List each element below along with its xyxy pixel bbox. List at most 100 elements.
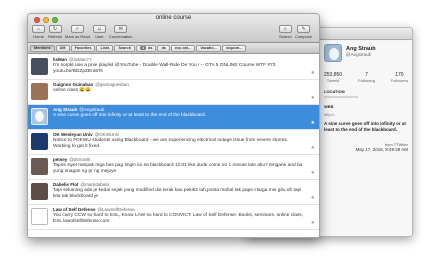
tab-2[interactable]: Favorites <box>70 44 96 52</box>
tweet-header: petsey @dsnowtk <box>53 157 90 162</box>
mark-as-read-button[interactable]: ✓ Mark as Read <box>65 25 90 39</box>
compose-button[interactable]: ✎ Compose <box>295 25 312 39</box>
tab-7[interactable]: ecu onl... <box>170 44 196 52</box>
stat-followers[interactable]: 170 Followers <box>391 72 408 83</box>
tweet-header: lisMan @lisMan77 <box>53 57 92 62</box>
tweet-text: online class 😀😀 <box>53 88 92 93</box>
toolbar-button-label: User <box>95 34 104 39</box>
tweet-header: OK Wesleyan Univ @OKWUniv <box>53 132 119 137</box>
tab-unread-badge: 4 <box>140 45 147 51</box>
tweet-username[interactable]: Ang Straub <box>53 107 77 112</box>
avatar[interactable] <box>31 58 48 75</box>
favorite-star-icon[interactable]: ★ <box>311 120 315 126</box>
conversation-icon: ✉ <box>114 25 128 33</box>
tab-9[interactable]: vicpom... <box>221 44 247 52</box>
location-value <box>324 96 358 98</box>
tweet-username[interactable]: Gaignon Guinaban <box>53 82 93 87</box>
tab-label: vicpom... <box>225 46 243 50</box>
tweet-handle[interactable]: @markdabelis <box>81 182 110 187</box>
web-label: WEB <box>324 104 334 109</box>
tweet-username[interactable]: lisMan <box>53 57 67 62</box>
favorite-star-icon[interactable]: ★ <box>311 220 315 226</box>
avatar[interactable] <box>31 208 48 225</box>
toolbar-button-label: Compose <box>294 34 312 39</box>
avatar-image <box>31 83 48 100</box>
tab-label: ds <box>161 46 166 50</box>
avatar[interactable] <box>31 183 48 200</box>
avatar[interactable] <box>31 108 48 125</box>
favorite-star-icon[interactable]: ★ <box>311 95 315 101</box>
user-icon: ☺ <box>92 25 106 33</box>
profile-panel: Ang Straub @Angstraub 253,850 Tweets 7 F… <box>319 41 412 236</box>
avatar[interactable] <box>31 133 48 150</box>
tweet-handle[interactable]: @OKWUniv <box>95 132 119 137</box>
favorite-star-icon[interactable]: ★ <box>311 170 315 176</box>
profile-avatar[interactable] <box>324 44 342 62</box>
tab-label: ecu onl... <box>174 46 192 50</box>
tweet-row[interactable]: petsey @dsnowtk Tapos siyet nanpak mga bes… <box>28 155 319 180</box>
favorite-star-icon[interactable]: ★ <box>311 195 315 201</box>
tweet-text: Notice to #OKWU students using Blackboar… <box>53 138 289 149</box>
window-title: online course <box>155 15 192 21</box>
tweet-username[interactable]: Dabelis Flot <box>53 182 79 187</box>
tab-label: DM <box>59 46 66 50</box>
avatar[interactable] <box>31 83 48 100</box>
tweet-username[interactable]: Law of Self Defense <box>53 207 96 212</box>
tweet-handle[interactable]: @LawSelfDefense <box>98 207 135 212</box>
tab-8[interactable]: Vacatio... <box>196 44 221 52</box>
tab-4[interactable]: Search <box>114 44 136 52</box>
home-button[interactable]: ⌂ Home <box>32 25 45 39</box>
tweet-header: Law of Self Defense @LawSelfDefense <box>53 207 135 212</box>
tweet-header: Gaignon Guinaban @gwmaguiniban <box>53 82 129 87</box>
tab-label: Favorites <box>74 46 92 50</box>
avatar-image <box>31 133 48 150</box>
toolbar-button-label: Home <box>33 34 44 39</box>
tweet-text: You carry CCW so hard to ESL, Know LAW s… <box>53 213 303 224</box>
tweet-handle[interactable]: @dsnowtk <box>69 157 90 162</box>
tab-label: Vacatio... <box>200 46 217 50</box>
tweet-row[interactable]: Ang Straub @Angstraub A sine curve goes of… <box>28 105 319 130</box>
tab-1[interactable]: DM <box>55 44 70 52</box>
tweet-handle[interactable]: @gwmaguiniban <box>95 82 129 87</box>
tab-0[interactable]: Mentions <box>30 44 55 52</box>
window-titlebar[interactable]: online course ⌂ Home ↻ Refresh ✓ Mark as Read… <box>28 14 319 43</box>
tweet-username[interactable]: OK Wesleyan Univ <box>53 132 93 137</box>
refresh-icon: ↻ <box>48 25 62 33</box>
refresh-button[interactable]: ↻ Refresh <box>48 25 62 39</box>
profile-header: Ang Straub @Angstraub <box>324 44 408 62</box>
tweet-text: I'm sorpkt une a pnie playlist @YouTube … <box>53 63 276 74</box>
tweet-row[interactable]: OK Wesleyan Univ @OKWUniv Notice to #OKWU … <box>28 130 319 155</box>
toolbar-button-label: Conversation <box>108 34 133 39</box>
tweet-username[interactable]: petsey <box>53 157 67 162</box>
tab-bar: Mentions DM Favorites Lists Search 4 ds ds ecu o… <box>28 43 319 54</box>
tweet-row[interactable]: lisMan @lisMan77 I'm sorpkt une a pnie pla… <box>28 55 319 80</box>
search-button[interactable]: ⌕ Search <box>278 25 292 39</box>
conversation-button[interactable]: ✉ Conversation <box>109 25 133 39</box>
timeline-list[interactable]: lisMan @lisMan77 I'm sorpkt une a pnie pla… <box>28 55 319 237</box>
user-button[interactable]: ☺ User <box>92 25 106 39</box>
stat-label: Following <box>358 78 375 83</box>
toolbar-button-label: Search <box>279 34 292 39</box>
tweet-row[interactable]: Dabelis Flot @markdabelis Tapi sekarang ad… <box>28 180 319 205</box>
tweet-handle[interactable]: @Angstraub <box>79 107 104 112</box>
stat-tweets[interactable]: 253,850 Tweets <box>324 72 342 83</box>
favorite-star-icon[interactable]: ★ <box>311 145 315 151</box>
tab-5[interactable]: 4 ds <box>136 44 157 52</box>
avatar[interactable] <box>31 158 48 175</box>
tweet-header: Dabelis Flot @markdabelis <box>53 182 109 187</box>
profile-handle[interactable]: @Angstraub <box>346 52 376 57</box>
favorite-star-icon[interactable]: ★ <box>311 70 315 76</box>
tweet-handle[interactable]: @lisMan77 <box>69 57 92 62</box>
tweet-row[interactable]: Gaignon Guinaban @gwmaguiniban online clas… <box>28 80 319 105</box>
main-window: online course ⌂ Home ↻ Refresh ✓ Mark as Read… <box>27 13 320 238</box>
profile-web-link[interactable]: http://... <box>324 112 408 117</box>
stat-label: Followers <box>390 78 408 83</box>
tweet-text: Tapi sekarang ada je kedai sejak yang mo… <box>53 188 302 199</box>
default-avatar-icon <box>31 108 48 125</box>
stat-following[interactable]: 7 Following <box>358 72 375 83</box>
tab-6[interactable]: ds <box>157 44 170 52</box>
tab-label: ds <box>148 46 153 50</box>
tweet-header: Ang Straub @Angstraub <box>53 107 104 112</box>
tab-3[interactable]: Lists <box>96 44 114 52</box>
tweet-row[interactable]: Law of Self Defense @LawSelfDefense You ca… <box>28 205 319 230</box>
